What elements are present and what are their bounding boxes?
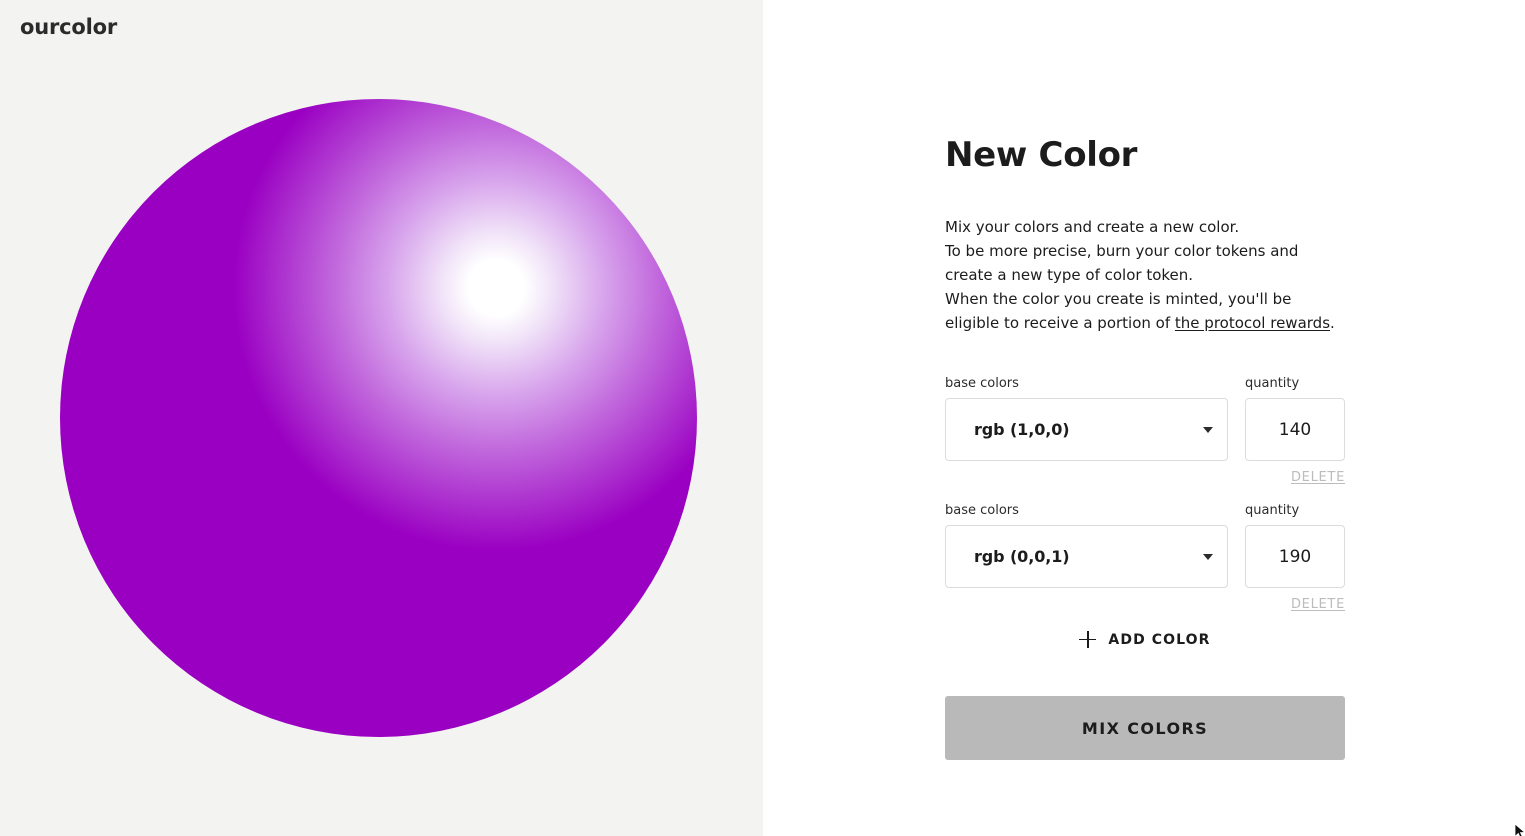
mix-colors-button[interactable]: MIX COLORS: [945, 696, 1345, 761]
chevron-down-icon: [1203, 553, 1213, 560]
base-colors-label: base colors: [945, 503, 1019, 519]
quantity-label: quantity: [1245, 503, 1300, 519]
color-sphere-preview: [60, 99, 697, 737]
protocol-rewards-link[interactable]: the protocol rewards: [1175, 314, 1330, 332]
add-color-button[interactable]: ADD COLOR: [945, 631, 1345, 649]
delete-row-button[interactable]: DELETE: [1291, 470, 1345, 485]
quantity-label: quantity: [1245, 376, 1300, 392]
delete-row-button[interactable]: DELETE: [1291, 597, 1345, 612]
base-color-select[interactable]: rgb (1,0,0): [945, 398, 1228, 462]
brand-logo[interactable]: ourcolor: [20, 15, 117, 39]
intro-text: Mix your colors and create a new color. …: [945, 215, 1345, 335]
app-root: ourcolor Collection New Color 0.071 ETH …: [0, 0, 1525, 836]
color-row: base colors rgb (1,0,0) quantity 140 DEL…: [945, 377, 1345, 485]
base-color-field: base colors rgb (0,0,1): [945, 503, 1228, 589]
base-color-field: base colors rgb (1,0,0): [945, 376, 1228, 462]
base-color-select[interactable]: rgb (0,0,1): [945, 525, 1228, 589]
plus-icon: [1079, 631, 1097, 649]
artwork-panel: ourcolor: [0, 0, 763, 836]
intro-tail: .: [1330, 314, 1335, 333]
new-color-form: New Color Mix your colors and create a n…: [945, 135, 1345, 761]
quantity-field: quantity 140: [1245, 376, 1345, 462]
color-rows-list: base colors rgb (1,0,0) quantity 140 DEL…: [945, 377, 1345, 612]
delete-row-wrap: DELETE: [945, 470, 1345, 485]
page-title: New Color: [945, 135, 1138, 175]
base-colors-label: base colors: [945, 376, 1019, 392]
add-color-label: ADD COLOR: [1108, 631, 1211, 648]
intro-line-2: To be more precise, burn your color toke…: [945, 242, 1299, 285]
color-row: base colors rgb (0,0,1) quantity 190 DEL…: [945, 504, 1345, 612]
base-color-value: rgb (0,0,1): [974, 547, 1070, 567]
quantity-field: quantity 190: [1245, 503, 1345, 589]
color-row-fields: base colors rgb (0,0,1) quantity 190: [945, 503, 1345, 589]
base-color-value: rgb (1,0,0): [974, 420, 1070, 440]
detail-panel: Collection New Color 0.071 ETH 0x49...0C…: [763, 0, 1525, 836]
chevron-down-icon: [1203, 426, 1213, 433]
color-row-fields: base colors rgb (1,0,0) quantity 140: [945, 376, 1345, 462]
quantity-input[interactable]: 140: [1245, 398, 1345, 462]
delete-row-wrap: DELETE: [945, 597, 1345, 612]
intro-line-1: Mix your colors and create a new color.: [945, 218, 1240, 237]
quantity-input[interactable]: 190: [1245, 525, 1345, 589]
